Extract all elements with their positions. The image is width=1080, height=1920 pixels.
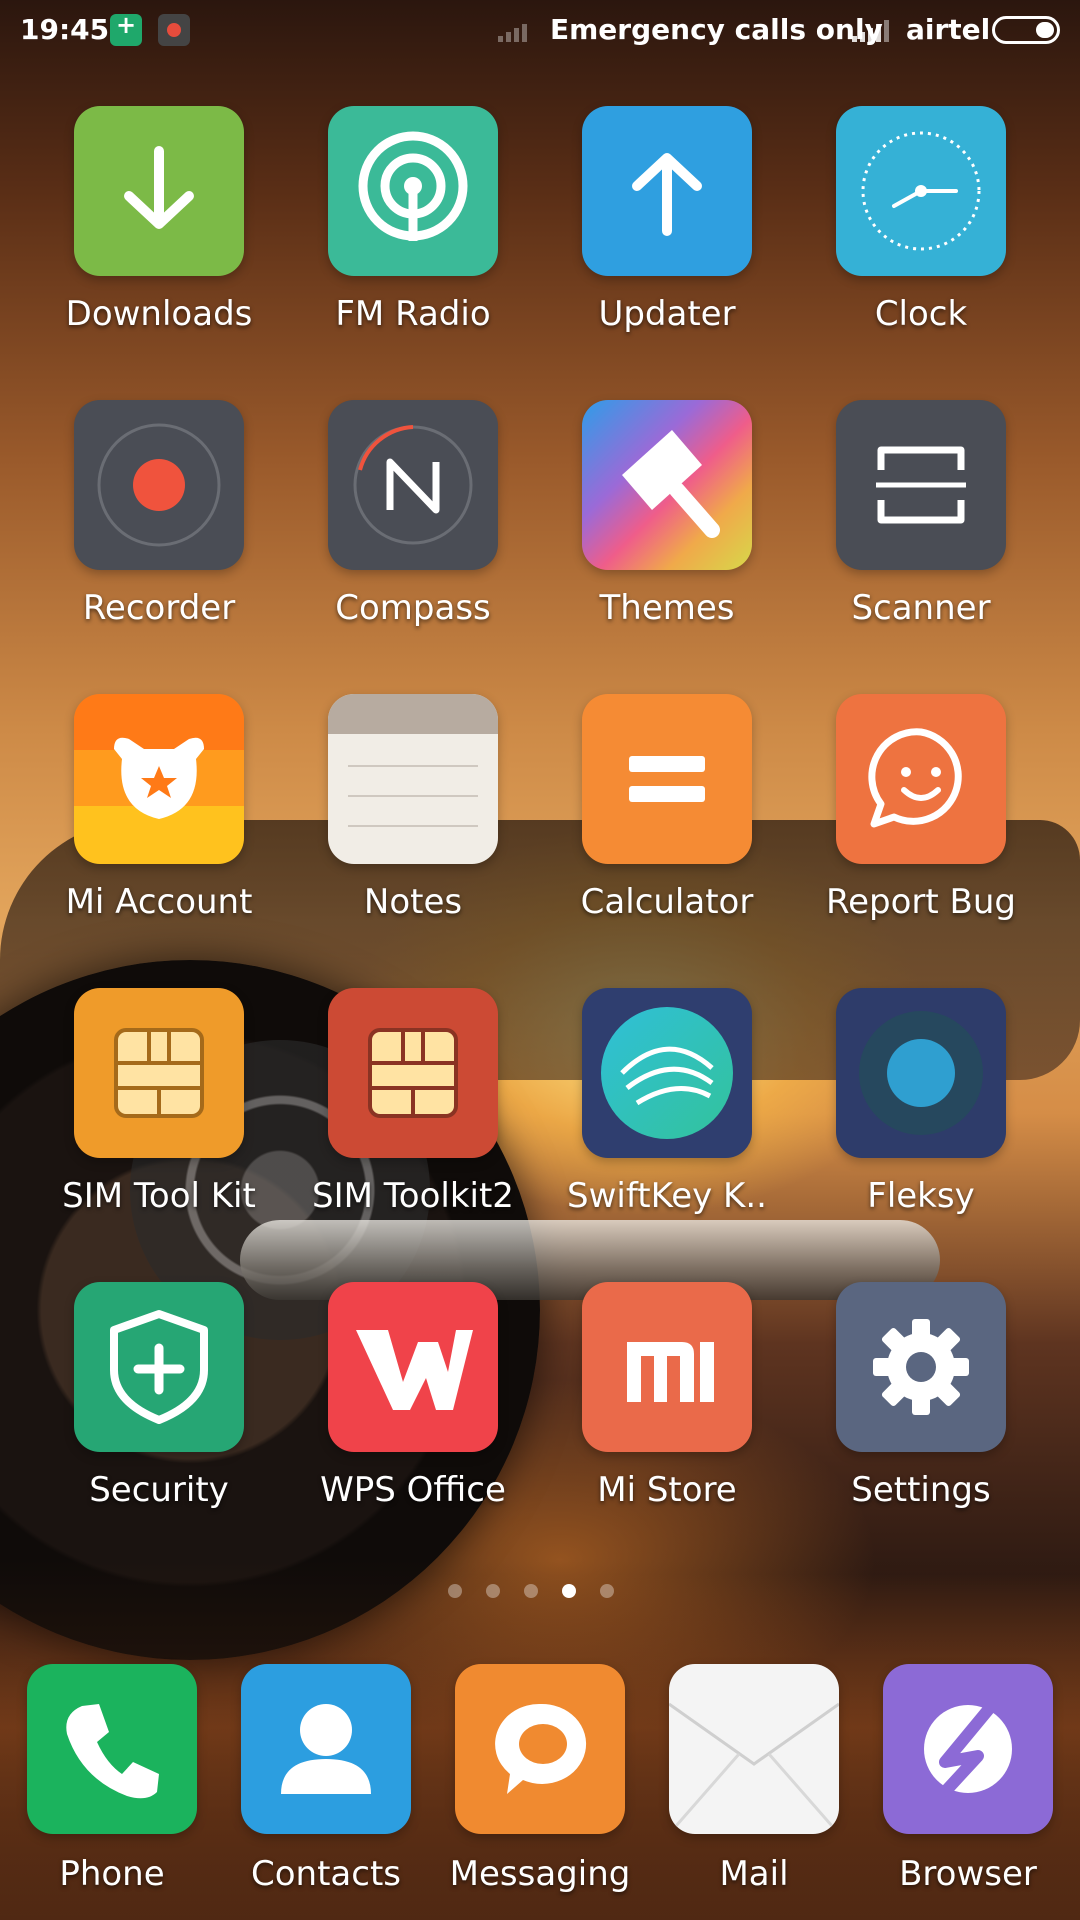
app-scanner[interactable]: Scanner — [794, 400, 1048, 628]
app-wps-office[interactable]: WPS Office — [286, 1282, 540, 1510]
app-security[interactable]: Security — [32, 1282, 286, 1510]
dock-browser[interactable]: Browser — [861, 1664, 1075, 1894]
app-label: Contacts — [251, 1854, 401, 1894]
envelope-icon[interactable] — [669, 1664, 839, 1834]
mi-bunny-icon[interactable] — [74, 694, 244, 864]
app-updater[interactable]: Updater — [540, 106, 794, 334]
app-label: Security — [89, 1470, 229, 1510]
app-compass[interactable]: Compass — [286, 400, 540, 628]
app-label: Report Bug — [826, 882, 1016, 922]
chat-bubble-icon[interactable] — [455, 1664, 625, 1834]
person-icon[interactable] — [241, 1664, 411, 1834]
battery-icon — [992, 16, 1060, 44]
app-label: Fleksy — [867, 1176, 975, 1216]
app-fleksy[interactable]: Fleksy — [794, 988, 1048, 1216]
dock-messaging[interactable]: Messaging — [433, 1664, 647, 1894]
app-notes[interactable]: Notes — [286, 694, 540, 922]
app-settings[interactable]: Settings — [794, 1282, 1048, 1510]
page-dot-active[interactable] — [562, 1584, 576, 1598]
app-sim-toolkit2[interactable]: SIM Toolkit2 — [286, 988, 540, 1216]
app-label: Mail — [719, 1854, 789, 1894]
carrier-name: airtel — [906, 13, 991, 46]
app-downloads[interactable]: Downloads — [32, 106, 286, 334]
screen-record-icon — [158, 14, 190, 46]
mi-logo-icon[interactable] — [582, 1282, 752, 1452]
app-label: Scanner — [851, 588, 991, 628]
upload-arrow-icon[interactable] — [582, 106, 752, 276]
record-dot-icon[interactable] — [74, 400, 244, 570]
page-dot[interactable] — [524, 1584, 538, 1598]
app-clock[interactable]: Clock — [794, 106, 1048, 334]
app-mi-account[interactable]: Mi Account — [32, 694, 286, 922]
app-label: SIM Tool Kit — [62, 1176, 256, 1216]
radio-antenna-icon[interactable] — [328, 106, 498, 276]
app-label: WPS Office — [320, 1470, 506, 1510]
sim-chip-icon[interactable] — [74, 988, 244, 1158]
smiley-chat-icon[interactable] — [836, 694, 1006, 864]
wps-w-icon[interactable] — [328, 1282, 498, 1452]
status-bar: 19:45 Emergency calls only airtel — [0, 0, 1080, 62]
page-indicator[interactable] — [448, 1584, 614, 1598]
app-report-bug[interactable]: Report Bug — [794, 694, 1048, 922]
app-label: Recorder — [82, 588, 236, 628]
clock-face-icon[interactable] — [836, 106, 1006, 276]
equals-icon[interactable] — [582, 694, 752, 864]
compass-n-icon[interactable] — [328, 400, 498, 570]
no-signal-icon — [498, 18, 527, 42]
app-label: Messaging — [449, 1854, 631, 1894]
app-label: Calculator — [580, 882, 754, 922]
app-label: SwiftKey K.. — [567, 1176, 767, 1216]
dock-contacts[interactable]: Contacts — [219, 1664, 433, 1894]
app-sim-tool-kit[interactable]: SIM Tool Kit — [32, 988, 286, 1216]
security-shield-icon — [110, 11, 142, 46]
shield-plus-icon[interactable] — [74, 1282, 244, 1452]
app-themes[interactable]: Themes — [540, 400, 794, 628]
app-label: Mi Store — [597, 1470, 737, 1510]
gear-icon[interactable] — [836, 1282, 1006, 1452]
app-label: Clock — [874, 294, 968, 334]
page-dot[interactable] — [600, 1584, 614, 1598]
app-label: Compass — [335, 588, 491, 628]
fleksy-ring-icon[interactable] — [836, 988, 1006, 1158]
app-label: Notes — [363, 882, 463, 922]
scanner-frame-icon[interactable] — [836, 400, 1006, 570]
page-dot[interactable] — [486, 1584, 500, 1598]
app-label: Updater — [598, 294, 736, 334]
app-swiftkey[interactable]: SwiftKey K.. — [540, 988, 794, 1216]
app-recorder[interactable]: Recorder — [32, 400, 286, 628]
download-arrow-icon[interactable] — [74, 106, 244, 276]
paint-brush-icon[interactable] — [582, 400, 752, 570]
dock-mail[interactable]: Mail — [647, 1664, 861, 1894]
app-mi-store[interactable]: Mi Store — [540, 1282, 794, 1510]
app-label: Themes — [599, 588, 735, 628]
sim-chip-icon[interactable] — [328, 988, 498, 1158]
app-calculator[interactable]: Calculator — [540, 694, 794, 922]
app-label: Mi Account — [65, 882, 253, 922]
swiftkey-swirl-icon[interactable] — [582, 988, 752, 1158]
status-time: 19:45 — [20, 13, 110, 46]
dock-phone[interactable]: Phone — [5, 1664, 219, 1894]
app-label: Phone — [59, 1854, 165, 1894]
app-label: Downloads — [65, 294, 253, 334]
page-dot[interactable] — [448, 1584, 462, 1598]
emergency-calls-text: Emergency calls only — [550, 13, 883, 46]
app-fm-radio[interactable]: FM Radio — [286, 106, 540, 334]
signal-icon — [852, 18, 889, 42]
browser-swirl-icon[interactable] — [883, 1664, 1053, 1834]
app-label: Settings — [851, 1470, 991, 1510]
app-label: Browser — [899, 1854, 1037, 1894]
app-label: SIM Toolkit2 — [312, 1176, 514, 1216]
notepad-icon[interactable] — [328, 694, 498, 864]
phone-handset-icon[interactable] — [27, 1664, 197, 1834]
app-label: FM Radio — [335, 294, 491, 334]
